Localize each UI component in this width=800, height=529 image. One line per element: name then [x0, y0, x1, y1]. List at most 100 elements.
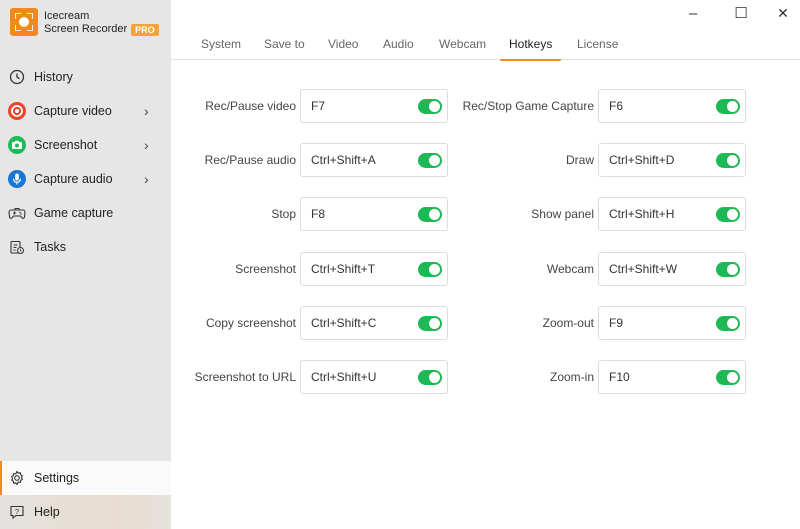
chevron-right-icon: ›: [144, 137, 149, 153]
tasks-icon: [8, 238, 26, 256]
hotkey-label-screenshot: Screenshot: [235, 262, 296, 276]
sidebar-item-help[interactable]: ? Help: [0, 495, 171, 529]
hotkey-value: F9: [609, 316, 624, 330]
hotkey-toggle[interactable]: [418, 99, 442, 114]
sidebar-item-label: Capture video: [34, 104, 112, 118]
gamepad-icon: [8, 204, 26, 222]
toggle-knob: [727, 209, 738, 220]
tab-system[interactable]: System: [201, 36, 241, 60]
hotkey-value: F8: [311, 207, 326, 221]
hotkey-toggle[interactable]: [418, 207, 442, 222]
minimize-icon: –: [688, 4, 698, 22]
tab-video[interactable]: Video: [328, 36, 358, 60]
toggle-knob: [429, 209, 440, 220]
sidebar-item-label: Capture audio: [34, 172, 113, 186]
hotkey-toggle[interactable]: [418, 370, 442, 385]
hotkey-toggle[interactable]: [418, 262, 442, 277]
record-icon: [8, 102, 26, 120]
hotkey-value: Ctrl+Shift+D: [609, 153, 675, 167]
hotkey-label-zoom-in: Zoom-in: [549, 370, 594, 384]
sidebar-item-tasks[interactable]: Tasks: [0, 230, 171, 264]
app-name-line1: Icecream: [44, 10, 90, 22]
camera-icon: [8, 136, 26, 154]
toggle-knob: [727, 318, 738, 329]
sidebar-item-label: History: [34, 70, 73, 84]
sidebar-item-capture-video[interactable]: Capture video ›: [0, 94, 171, 128]
hotkey-toggle[interactable]: [716, 153, 740, 168]
hotkey-input-copy-screenshot[interactable]: Ctrl+Shift+C: [300, 306, 448, 340]
app-name-line2: Screen Recorder: [44, 23, 128, 35]
hotkey-value: Ctrl+Shift+U: [311, 370, 377, 384]
hotkey-input-zoom-out[interactable]: F9: [598, 306, 746, 340]
toggle-knob: [429, 155, 440, 166]
toggle-knob: [727, 264, 738, 275]
hotkey-input-stop[interactable]: F8: [300, 197, 448, 231]
hotkey-input-draw[interactable]: Ctrl+Shift+D: [598, 143, 746, 177]
settings-tabs: System Save to Video Audio Webcam Hotkey…: [171, 36, 800, 61]
toggle-knob: [429, 101, 440, 112]
toggle-knob: [727, 155, 738, 166]
hotkey-value: Ctrl+Shift+H: [609, 207, 675, 221]
hotkey-label-screenshot-to-url: Screenshot to URL: [194, 370, 296, 384]
sidebar-item-settings[interactable]: Settings: [0, 461, 171, 495]
sidebar-item-game-capture[interactable]: Game capture: [0, 196, 171, 230]
hotkey-value: F7: [311, 99, 326, 113]
hotkey-input-screenshot-to-url[interactable]: Ctrl+Shift+U: [300, 360, 448, 394]
sidebar-item-history[interactable]: History: [0, 60, 171, 94]
chevron-right-icon: ›: [144, 103, 149, 119]
sidebar-item-capture-audio[interactable]: Capture audio ›: [0, 162, 171, 196]
sidebar: Icecream Screen Recorder PRO History Cap…: [0, 0, 171, 529]
toggle-knob: [727, 372, 738, 383]
hotkey-value: Ctrl+Shift+C: [311, 316, 377, 330]
svg-text:?: ?: [15, 507, 19, 516]
close-button[interactable]: ✕: [768, 2, 798, 24]
sidebar-item-label: Settings: [34, 471, 80, 485]
hotkey-toggle[interactable]: [716, 262, 740, 277]
app-logo-icon: [10, 8, 38, 36]
hotkey-label-rec-pause-video: Rec/Pause video: [205, 99, 296, 113]
hotkey-toggle[interactable]: [716, 99, 740, 114]
hotkey-input-rec-pause-video[interactable]: F7: [300, 89, 448, 123]
tab-license[interactable]: License: [577, 36, 618, 60]
hotkey-label-show-panel: Show panel: [531, 207, 594, 221]
tab-webcam[interactable]: Webcam: [439, 36, 486, 60]
toggle-knob: [429, 318, 440, 329]
maximize-icon: ☐: [734, 5, 748, 22]
sidebar-item-label: Game capture: [34, 206, 114, 220]
maximize-button[interactable]: ☐: [726, 2, 756, 24]
settings-panel: – ☐ ✕ System Save to Video Audio Webcam …: [171, 0, 800, 529]
hotkey-label-zoom-out: Zoom-out: [542, 316, 594, 330]
help-icon: ?: [8, 503, 26, 521]
tab-save-to[interactable]: Save to: [264, 36, 305, 60]
microphone-icon: [8, 170, 26, 188]
tab-audio[interactable]: Audio: [383, 36, 414, 60]
chevron-right-icon: ›: [144, 171, 149, 187]
sidebar-item-label: Help: [34, 505, 60, 519]
hotkey-label-webcam: Webcam: [546, 262, 594, 276]
hotkey-input-webcam[interactable]: Ctrl+Shift+W: [598, 252, 746, 286]
hotkey-toggle[interactable]: [716, 370, 740, 385]
hotkey-input-rec-stop-game-capture[interactable]: F6: [598, 89, 746, 123]
close-icon: ✕: [777, 4, 789, 21]
hotkey-input-show-panel[interactable]: Ctrl+Shift+H: [598, 197, 746, 231]
hotkey-label-rec-stop-game-capture: Rec/Stop Game Capture: [462, 99, 594, 113]
app-brand: Icecream Screen Recorder PRO: [44, 10, 159, 36]
hotkey-input-screenshot[interactable]: Ctrl+Shift+T: [300, 252, 448, 286]
hotkey-value: F6: [609, 99, 624, 113]
hotkey-input-rec-pause-audio[interactable]: Ctrl+Shift+A: [300, 143, 448, 177]
tab-hotkeys[interactable]: Hotkeys: [499, 36, 562, 61]
sidebar-item-screenshot[interactable]: Screenshot ›: [0, 128, 171, 162]
hotkey-toggle[interactable]: [716, 207, 740, 222]
hotkey-input-zoom-in[interactable]: F10: [598, 360, 746, 394]
hotkey-value: Ctrl+Shift+A: [311, 153, 376, 167]
hotkey-value: Ctrl+Shift+W: [609, 262, 678, 276]
hotkey-label-copy-screenshot: Copy screenshot: [205, 316, 296, 330]
hotkey-toggle[interactable]: [716, 316, 740, 331]
toggle-knob: [429, 372, 440, 383]
hotkey-toggle[interactable]: [418, 316, 442, 331]
hotkey-value: F10: [609, 370, 630, 384]
sidebar-item-label: Screenshot: [34, 138, 98, 152]
minimize-button[interactable]: –: [678, 2, 708, 24]
hotkey-label-stop: Stop: [271, 207, 296, 221]
hotkey-toggle[interactable]: [418, 153, 442, 168]
